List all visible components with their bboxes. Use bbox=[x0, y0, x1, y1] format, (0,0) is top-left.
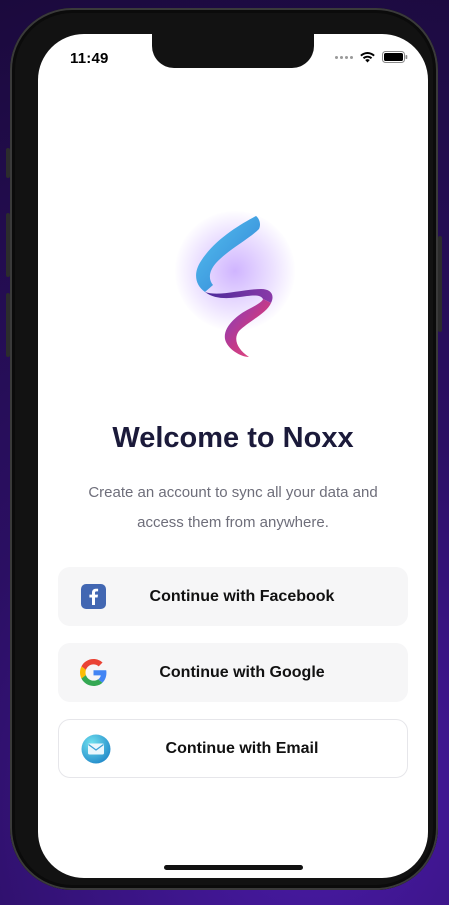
email-icon bbox=[81, 734, 111, 764]
signal-dots-icon bbox=[335, 55, 353, 59]
page-subtitle: Create an account to sync all your data … bbox=[88, 484, 378, 531]
status-icons bbox=[335, 51, 408, 63]
wifi-icon bbox=[360, 52, 375, 63]
silent-switch bbox=[6, 148, 10, 178]
app-screen: 11:49 Welcome to Noxx Create an account … bbox=[38, 34, 428, 878]
phone-frame: 11:49 Welcome to Noxx Create an account … bbox=[6, 8, 442, 890]
continue-facebook-label: Continue with Facebook bbox=[149, 587, 335, 605]
home-indicator[interactable] bbox=[164, 865, 303, 870]
volume-down-button bbox=[6, 293, 10, 357]
page-title: Welcome to Noxx bbox=[112, 422, 354, 454]
status-time: 11:49 bbox=[70, 50, 109, 67]
continue-facebook-button[interactable]: Continue with Facebook bbox=[58, 567, 408, 626]
power-button bbox=[438, 236, 442, 332]
app-logo bbox=[153, 189, 313, 359]
noxx-logo-icon bbox=[196, 216, 273, 357]
google-icon bbox=[80, 659, 107, 686]
notch bbox=[152, 34, 314, 68]
continue-email-label: Continue with Email bbox=[165, 739, 319, 757]
continue-google-button[interactable]: Continue with Google bbox=[58, 643, 408, 702]
facebook-icon bbox=[81, 584, 106, 609]
battery-icon bbox=[382, 51, 408, 63]
volume-up-button bbox=[6, 213, 10, 277]
continue-email-button[interactable]: Continue with Email bbox=[58, 719, 408, 778]
continue-google-label: Continue with Google bbox=[159, 663, 325, 681]
